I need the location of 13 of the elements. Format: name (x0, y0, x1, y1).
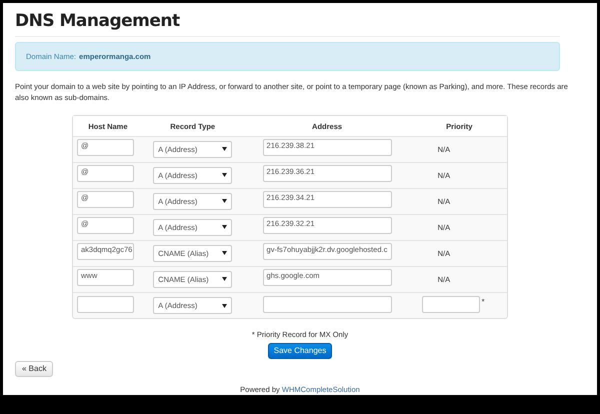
caret-icon (222, 199, 228, 204)
back-button[interactable]: « Back (15, 360, 54, 377)
host-field[interactable] (77, 296, 134, 313)
caret-icon (222, 277, 228, 282)
caret-icon (222, 147, 228, 152)
caret-icon (222, 304, 228, 308)
save-button[interactable]: Save Changes (268, 342, 332, 359)
address-field[interactable] (262, 296, 392, 313)
caret-icon (222, 225, 228, 230)
caret-icon (222, 251, 228, 256)
caret-icon (222, 173, 228, 178)
priority-field[interactable] (422, 296, 480, 313)
page-title: DNS Management (15, 9, 560, 38)
